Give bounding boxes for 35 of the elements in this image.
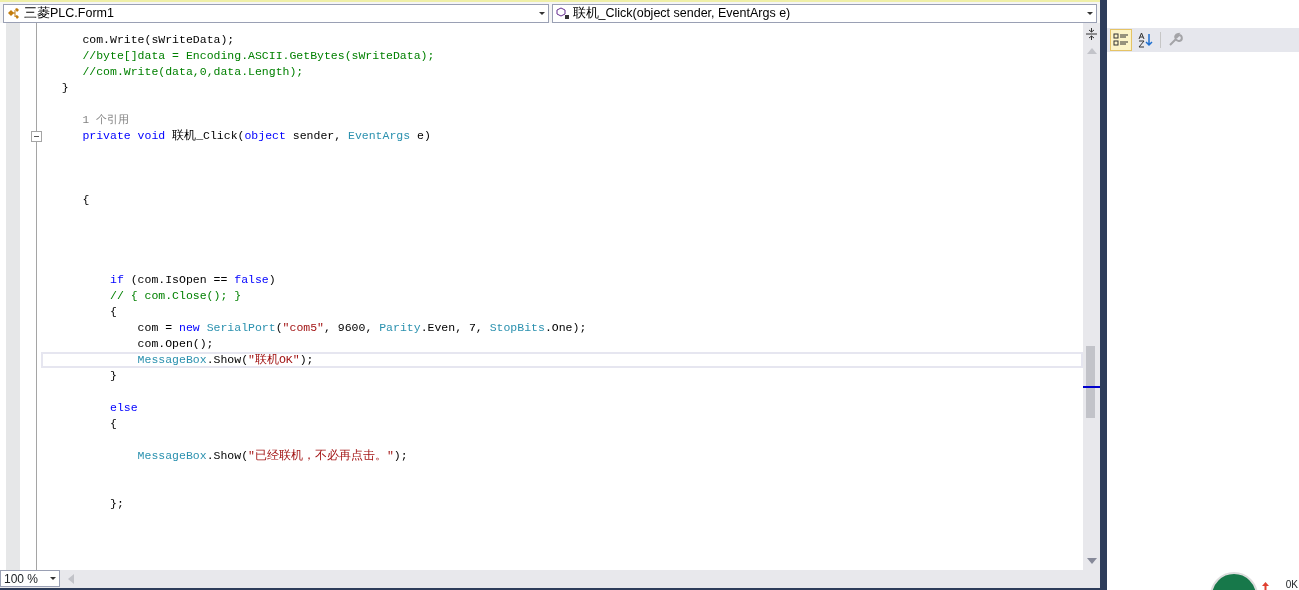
class-icon (7, 7, 21, 20)
code-line: private void 联机_Click(object sender, EventArgs e) (82, 128, 431, 144)
reference-count[interactable]: 1 个引用 (82, 112, 129, 128)
scroll-left-icon[interactable] (68, 574, 74, 584)
code-line: { (82, 192, 90, 208)
code-comment: //com.Write(data,0,data.Length); (82, 64, 304, 80)
code-line: if (com.IsOpen == false) (110, 272, 276, 288)
split-icon[interactable] (1086, 28, 1097, 40)
code-line: MessageBox.Show("联机OK"); (137, 352, 314, 368)
private-method-icon (555, 7, 570, 20)
code-comment: //byte[]data = Encoding.ASCII.GetBytes(sWriteData); (82, 48, 435, 64)
scrollbar-thumb[interactable] (1086, 346, 1095, 418)
code-line: } (61, 80, 69, 96)
code-line: else (110, 400, 138, 416)
zoom-dropdown[interactable]: 100 % (0, 570, 60, 587)
upload-speed: 0K (1285, 579, 1298, 590)
vertical-scrollbar[interactable] (1083, 23, 1100, 570)
code-line: { (110, 304, 117, 320)
scroll-down-icon[interactable] (1087, 558, 1097, 564)
caret-position-marker (1083, 386, 1100, 388)
code-line: com = new SerialPort("com5", 9600, Parity.Even, 7, StopBits.One); (137, 320, 587, 336)
type-dropdown[interactable]: 三菱PLC.Form1 (3, 4, 549, 23)
code-comment: // { com.Close(); } (110, 288, 242, 304)
code-line: MessageBox.Show("已经联机，不必再点击。"); (137, 448, 408, 464)
code-line: } (110, 368, 117, 384)
upload-arrow-icon (1262, 582, 1269, 590)
code-line: com.Write(sWriteData); (82, 32, 235, 48)
categorized-icon[interactable] (1110, 29, 1132, 51)
code-line: }; (110, 496, 124, 512)
tray-badge-icon[interactable] (1210, 572, 1258, 590)
member-dropdown[interactable]: 联机_Click(object sender, EventArgs e) (551, 4, 1097, 23)
code-line: { (110, 416, 117, 432)
collapse-icon[interactable] (31, 131, 42, 142)
code-line: com.Open(); (137, 336, 214, 352)
scroll-up-icon[interactable] (1087, 48, 1097, 54)
